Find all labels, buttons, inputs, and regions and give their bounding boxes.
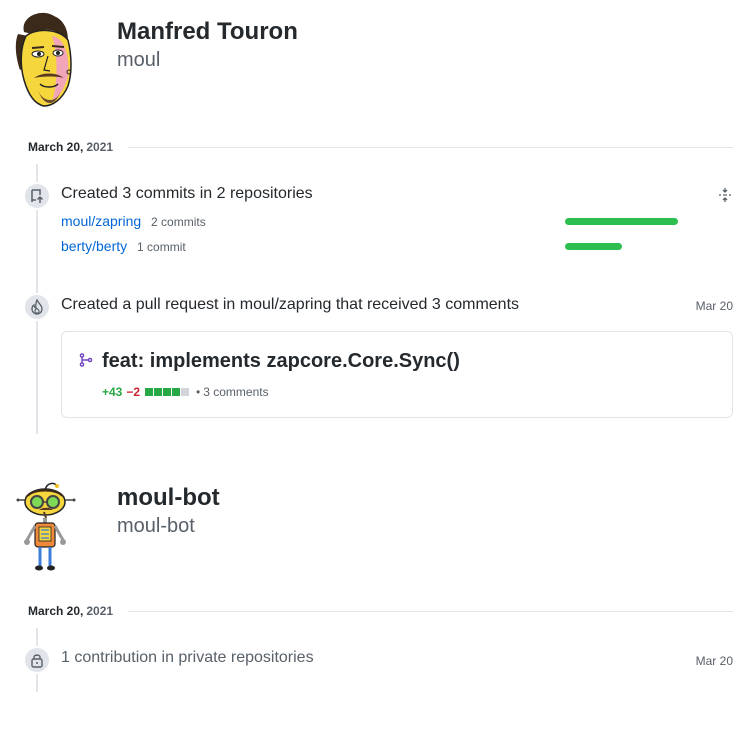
diffstat-block (181, 388, 190, 396)
profile-login: moul (117, 49, 161, 71)
pull-request-summary: Created a pull request in moul/zapring t… (61, 296, 520, 313)
pull-request-card: feat: implements zapcore.Core.Sync() +43… (61, 331, 733, 418)
commits-summary: Created 3 commits in 2 repositories (61, 185, 313, 202)
date-year: 2021 (86, 140, 114, 154)
private-contribution-summary: 1 contribution in private repositories (61, 649, 314, 666)
date-divider: March 20, 2021 (28, 139, 733, 155)
commit-bar (565, 218, 678, 225)
collapse-button[interactable] (716, 186, 734, 204)
additions-count: +43 (102, 385, 123, 399)
repo-row: moul/zapring 2 commits (61, 213, 681, 231)
diffstat-block (145, 388, 154, 396)
profile-name[interactable]: Manfred Touron (117, 17, 298, 47)
fold-icon (719, 188, 731, 202)
flame-icon (31, 299, 43, 315)
comments-count[interactable]: 3 comments (203, 385, 268, 399)
lock-icon (31, 654, 43, 668)
divider-line (128, 610, 733, 612)
git-pull-request-icon (79, 353, 93, 367)
deletions-count: −2 (126, 385, 141, 399)
profile-login: moul-bot (117, 515, 195, 537)
profile-name[interactable]: moul-bot (117, 483, 220, 513)
activity-date: Mar 20 (695, 654, 733, 668)
divider-line (128, 146, 733, 148)
pull-request-stats: +43 −2 • 3 comments (102, 385, 269, 399)
avatar[interactable] (15, 480, 77, 575)
pull-request-badge (23, 293, 51, 321)
diffstat (145, 388, 190, 396)
diffstat-block (172, 388, 181, 396)
commit-count[interactable]: 1 commit (137, 240, 186, 254)
activity-date: Mar 20 (695, 299, 733, 313)
repo-link[interactable]: berty/berty (61, 238, 127, 254)
commits-badge (23, 182, 51, 210)
commit-count[interactable]: 2 commits (151, 215, 206, 229)
repo-row: berty/berty 1 commit (61, 238, 681, 256)
diffstat-block (163, 388, 172, 396)
avatar[interactable] (12, 10, 102, 110)
profile-header-manfred: Manfred Touron moul (0, 0, 753, 120)
date-day: March 20, (28, 604, 84, 618)
date-year: 2021 (86, 604, 114, 618)
separator-dot: • (196, 385, 201, 399)
date-day: March 20, (28, 140, 84, 154)
diffstat-block (154, 388, 163, 396)
date-divider: March 20, 2021 (28, 603, 733, 619)
commit-bar (565, 243, 622, 250)
profile-header-moul-bot: moul-bot moul-bot (0, 470, 753, 580)
repo-link[interactable]: moul/zapring (61, 213, 141, 229)
private-contribution-badge (23, 646, 51, 674)
pull-request-title[interactable]: feat: implements zapcore.Core.Sync() (102, 349, 460, 373)
repo-push-icon (31, 189, 44, 203)
